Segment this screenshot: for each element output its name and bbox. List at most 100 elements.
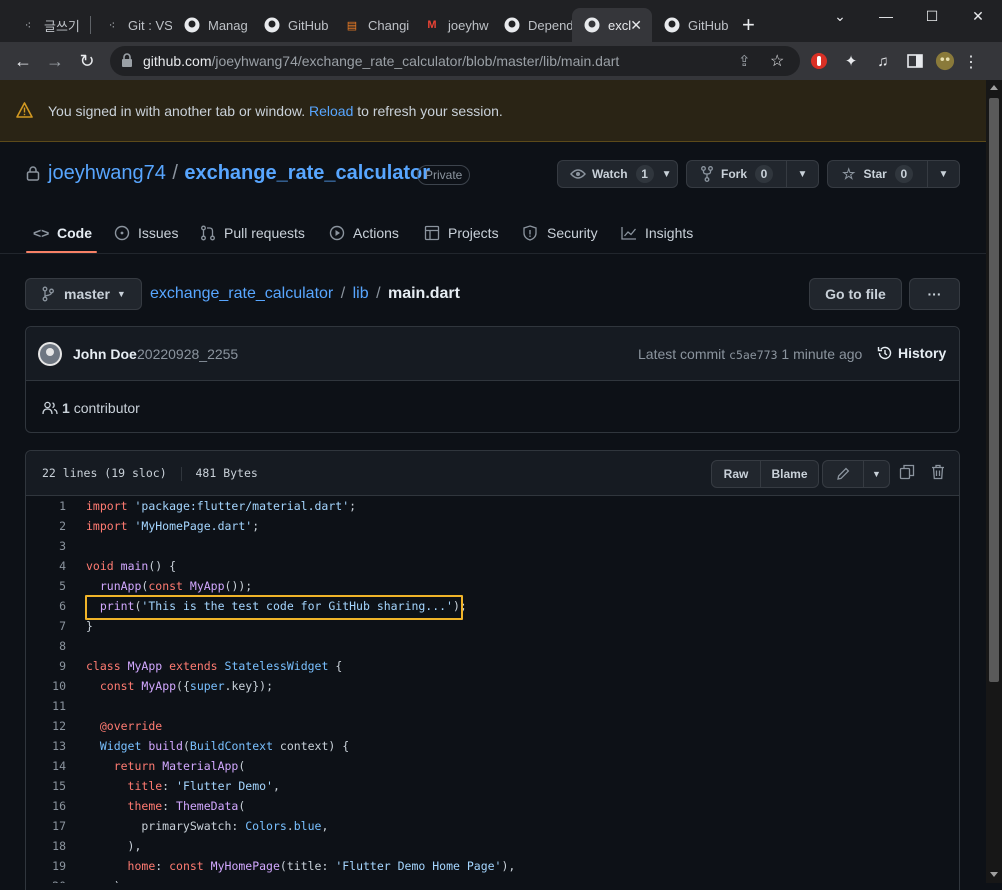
line-number[interactable]: 4 xyxy=(26,556,66,576)
avatar[interactable] xyxy=(38,342,62,366)
code-text: import 'package:flutter/material.dart'; xyxy=(86,499,357,513)
browser-tab[interactable]: ▤ Changi xyxy=(332,8,412,42)
scroll-down-icon[interactable] xyxy=(990,872,998,877)
line-number[interactable]: 12 xyxy=(26,716,66,736)
tab-pull-requests[interactable]: Pull requests xyxy=(200,213,305,253)
commit-author[interactable]: John Doe xyxy=(73,346,137,362)
tab-security[interactable]: Security xyxy=(523,213,598,253)
code-line: 8 xyxy=(26,636,958,656)
browser-tab[interactable]: GitHub xyxy=(652,8,734,42)
line-number[interactable]: 6 xyxy=(26,596,66,616)
profile-avatar[interactable] xyxy=(935,51,955,71)
adblock-extension-icon[interactable] xyxy=(809,51,829,71)
branch-selector[interactable]: master ▼ xyxy=(25,278,142,310)
browser-tab[interactable]: GitHub xyxy=(252,8,332,42)
code-text: theme: ThemeData( xyxy=(127,799,246,813)
star-button[interactable]: ☆ Star 0 xyxy=(827,160,928,188)
line-number[interactable]: 19 xyxy=(26,856,66,876)
line-number[interactable]: 16 xyxy=(26,796,66,816)
contributors-link[interactable]: 1 contributor xyxy=(42,400,140,416)
reload-link[interactable]: Reload xyxy=(309,103,353,119)
star-dropdown-button[interactable]: ▼ xyxy=(927,160,960,188)
browser-tab-active[interactable]: excl ✕ xyxy=(572,8,652,42)
media-control-icon[interactable]: ♫ xyxy=(873,51,893,71)
browser-tab[interactable]: Depend xyxy=(492,8,572,42)
blame-button[interactable]: Blame xyxy=(760,460,819,488)
line-number[interactable]: 9 xyxy=(26,656,66,676)
tab-actions[interactable]: Actions xyxy=(329,213,399,253)
code-view[interactable]: 1 import 'package:flutter/material.dart';… xyxy=(26,496,958,883)
browser-menu-icon[interactable]: ⋮ xyxy=(963,52,979,72)
tab-search-icon[interactable]: ⌄ xyxy=(817,6,863,26)
edit-file-button[interactable] xyxy=(822,460,864,488)
line-number[interactable]: 11 xyxy=(26,696,66,716)
breadcrumb-repo-link[interactable]: exchange_rate_calculator xyxy=(150,285,333,302)
tab-code[interactable]: <> Code xyxy=(33,213,92,253)
lock-icon xyxy=(121,53,133,72)
maximize-icon[interactable]: ☐ xyxy=(909,6,955,26)
line-number[interactable]: 18 xyxy=(26,836,66,856)
line-number[interactable]: 15 xyxy=(26,776,66,796)
tab-projects[interactable]: Projects xyxy=(424,213,499,253)
line-number[interactable]: 14 xyxy=(26,756,66,776)
scrollbar-thumb[interactable] xyxy=(989,98,999,682)
browser-tab[interactable]: Manag xyxy=(172,8,252,42)
github-icon xyxy=(584,17,600,33)
close-window-icon[interactable]: ✕ xyxy=(955,6,1001,26)
repo-name-link[interactable]: exchange_rate_calculator xyxy=(184,162,430,184)
code-line: 3 xyxy=(26,536,958,556)
tab-issues[interactable]: Issues xyxy=(114,213,178,253)
line-number[interactable]: 3 xyxy=(26,536,66,556)
commit-message[interactable]: 20220928_2255 xyxy=(137,346,238,362)
play-icon xyxy=(329,225,345,241)
history-link[interactable]: History xyxy=(877,345,946,361)
fork-icon xyxy=(701,166,713,182)
code-line: 2 import 'MyHomePage.dart'; xyxy=(26,516,958,536)
line-number[interactable]: 13 xyxy=(26,736,66,756)
visibility-badge: Private xyxy=(417,165,471,185)
code-line: 4 void main() { xyxy=(26,556,958,576)
line-number[interactable]: 1 xyxy=(26,496,66,516)
new-tab-button[interactable]: + xyxy=(742,12,755,38)
bookmark-star-icon[interactable]: ☆ xyxy=(770,51,784,71)
more-options-button[interactable]: ··· xyxy=(909,278,960,310)
line-number[interactable]: 8 xyxy=(26,636,66,656)
line-number[interactable]: 10 xyxy=(26,676,66,696)
extensions-icon[interactable]: ✦ xyxy=(841,51,861,71)
side-panel-icon[interactable] xyxy=(905,51,925,71)
fork-dropdown-button[interactable]: ▼ xyxy=(786,160,819,188)
trash-icon[interactable] xyxy=(931,464,945,485)
browser-tab[interactable]: ⁖ Git : VS xyxy=(92,8,172,42)
fork-button[interactable]: Fork 0 xyxy=(686,160,787,188)
scroll-up-icon[interactable] xyxy=(990,85,998,90)
tistory-icon: ⁖ xyxy=(108,19,116,32)
breadcrumb-dir-link[interactable]: lib xyxy=(353,285,369,302)
minimize-icon[interactable]: — xyxy=(863,6,909,26)
code-line: 20 ); xyxy=(26,876,958,883)
session-warning-banner: You signed in with another tab or window… xyxy=(0,80,986,142)
address-bar[interactable]: github.com/joeyhwang74/exchange_rate_cal… xyxy=(110,46,800,76)
browser-tab[interactable]: Mjoeyhw xyxy=(412,8,492,42)
back-icon[interactable]: ← xyxy=(8,46,38,76)
copy-icon[interactable] xyxy=(899,464,915,485)
browser-tab[interactable]: ⁖ 글쓰기 xyxy=(8,8,90,42)
watch-button[interactable]: Watch 1 ▼ xyxy=(557,160,678,188)
raw-button[interactable]: Raw xyxy=(711,460,761,488)
line-number[interactable]: 2 xyxy=(26,516,66,536)
caret-down-icon: ▼ xyxy=(872,469,881,479)
tab-insights[interactable]: Insights xyxy=(621,213,693,253)
commit-sha-link[interactable]: c5ae773 xyxy=(729,348,777,362)
line-number[interactable]: 20 xyxy=(26,876,66,883)
go-to-file-button[interactable]: Go to file xyxy=(809,278,902,310)
reload-icon[interactable]: ↻ xyxy=(72,46,102,76)
line-number[interactable]: 7 xyxy=(26,616,66,636)
page-scrollbar[interactable] xyxy=(986,80,1002,883)
forward-icon[interactable]: → xyxy=(40,46,70,76)
share-icon[interactable]: ⇪ xyxy=(738,52,751,70)
close-tab-icon[interactable]: ✕ xyxy=(630,17,642,34)
edit-dropdown-button[interactable]: ▼ xyxy=(863,460,890,488)
code-text: @override xyxy=(99,719,163,733)
line-number[interactable]: 17 xyxy=(26,816,66,836)
repo-owner-link[interactable]: joeyhwang74 xyxy=(48,162,166,184)
line-number[interactable]: 5 xyxy=(26,576,66,596)
